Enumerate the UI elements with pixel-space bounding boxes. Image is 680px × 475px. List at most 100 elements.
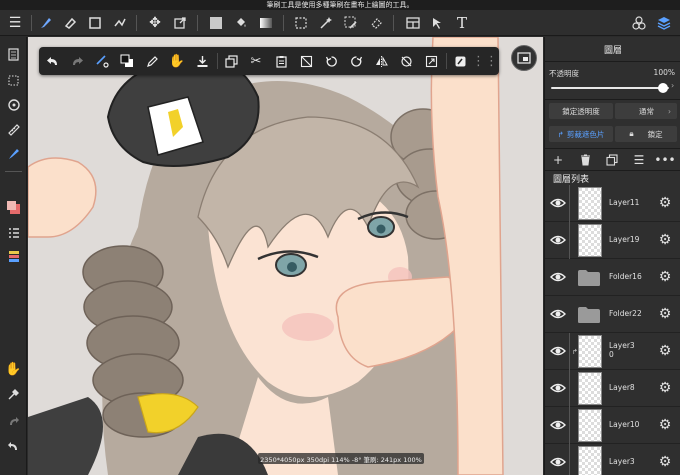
cut-icon[interactable]: ✂ xyxy=(247,52,265,70)
brush-settings-icon[interactable] xyxy=(4,144,23,163)
select-all-icon[interactable] xyxy=(4,71,23,90)
undo-icon[interactable] xyxy=(43,52,61,70)
gradient-icon[interactable] xyxy=(257,14,275,32)
divider xyxy=(283,15,284,31)
gear-icon[interactable]: ⚙ xyxy=(657,380,673,396)
layer-row[interactable]: Layer19 ⚙ xyxy=(545,222,680,259)
select-eraser-icon[interactable] xyxy=(367,14,385,32)
gear-icon[interactable]: ⚙ xyxy=(657,306,673,322)
bucket-icon[interactable] xyxy=(232,14,250,32)
select-layer-icon[interactable] xyxy=(429,14,447,32)
opacity-stepper-icon[interactable]: › xyxy=(671,81,674,90)
opacity-slider[interactable] xyxy=(551,87,669,89)
more-icon[interactable]: ⋮⋮ xyxy=(472,52,498,70)
duplicate-layer-icon[interactable] xyxy=(604,152,620,168)
pen-icon[interactable] xyxy=(143,52,161,70)
visibility-eye-icon[interactable] xyxy=(550,343,566,359)
layer-row[interactable]: Layer10 ⚙ xyxy=(545,407,680,444)
layer-row[interactable]: Layer11 ⚙ xyxy=(545,185,680,222)
layer-row[interactable]: ↱ Layer3 0 ⚙ xyxy=(545,333,680,370)
copy-icon[interactable] xyxy=(222,52,240,70)
eraser-icon[interactable] xyxy=(61,14,79,32)
frame-icon[interactable] xyxy=(404,14,422,32)
gear-icon[interactable]: ⚙ xyxy=(657,195,673,211)
clipping-mask-button[interactable]: ↱ 剪裁遮色片 xyxy=(549,126,613,142)
visibility-eye-icon[interactable] xyxy=(550,232,566,248)
gear-icon[interactable]: ⚙ xyxy=(657,232,673,248)
filter-icon[interactable] xyxy=(451,52,469,70)
layer-row[interactable]: Folder16 ⚙ xyxy=(545,259,680,296)
materials-icon[interactable] xyxy=(630,14,648,32)
snap-icon[interactable] xyxy=(93,52,111,70)
shape-icon[interactable] xyxy=(111,14,129,32)
more-icon[interactable]: ••• xyxy=(654,152,675,168)
magic-wand-icon[interactable] xyxy=(317,14,335,32)
divider xyxy=(545,61,680,62)
menu-icon[interactable]: ☰ xyxy=(6,14,24,32)
select-pen-icon[interactable] xyxy=(342,14,360,32)
blend-mode-select[interactable]: 通常 › xyxy=(615,103,677,119)
opacity-slider-thumb[interactable] xyxy=(658,83,668,93)
rotate-left-icon[interactable] xyxy=(322,52,340,70)
layer-indent-line xyxy=(569,444,570,475)
redo-icon[interactable] xyxy=(68,52,86,70)
visibility-eye-icon[interactable] xyxy=(550,454,566,470)
layers-icon[interactable] xyxy=(655,14,673,32)
hand-icon[interactable]: ✋ xyxy=(4,360,23,379)
layer-name: Folder22 xyxy=(609,309,642,318)
color-swatch-icon[interactable] xyxy=(4,198,23,217)
drawing-canvas[interactable] xyxy=(28,37,543,475)
layer-indent-line xyxy=(569,333,570,370)
import-icon[interactable] xyxy=(193,52,211,70)
gear-icon[interactable]: ⚙ xyxy=(657,343,673,359)
lock-layer-button[interactable]: 🔒︎ 鎖定 xyxy=(615,126,677,142)
add-layer-icon[interactable]: + xyxy=(550,152,566,168)
visibility-eye-icon[interactable] xyxy=(550,195,566,211)
layer-row[interactable]: Layer8 ⚙ xyxy=(545,370,680,407)
gear-icon[interactable]: ⚙ xyxy=(657,454,673,470)
hand-icon[interactable]: ✋ xyxy=(168,52,186,70)
divider xyxy=(446,53,447,69)
top-toolbar: ☰ ✥ T xyxy=(0,10,680,36)
left-toolbar: ✋ xyxy=(0,37,27,475)
visibility-eye-icon[interactable] xyxy=(550,380,566,396)
gear-icon[interactable]: ⚙ xyxy=(657,269,673,285)
layer-row[interactable]: Layer3 ⚙ xyxy=(545,444,680,475)
select-icon[interactable] xyxy=(292,14,310,32)
flip-icon[interactable] xyxy=(372,52,390,70)
color-swap-icon[interactable] xyxy=(118,52,136,70)
clear-icon[interactable] xyxy=(297,52,315,70)
ruler-icon[interactable] xyxy=(4,120,23,139)
rect-icon[interactable] xyxy=(86,14,104,32)
move-icon[interactable]: ✥ xyxy=(146,14,164,32)
transform-icon[interactable] xyxy=(171,14,189,32)
navigator-button[interactable] xyxy=(511,45,537,71)
palette-icon[interactable] xyxy=(4,247,23,266)
lock-alpha-button[interactable]: 鎖定透明度 xyxy=(549,103,613,119)
layer-panel: 圖層 不透明度 100% › 鎖定透明度 通常 › ↱ 剪裁遮色片 🔒︎ 鎖定 … xyxy=(544,37,680,475)
opacity-label: 不透明度 xyxy=(549,69,579,78)
layer-list-icon[interactable] xyxy=(4,223,23,242)
chevron-right-icon: › xyxy=(668,106,671,116)
folder-icon xyxy=(577,269,601,287)
layer-menu-icon[interactable]: ☰ xyxy=(631,152,647,168)
layer-row[interactable]: Folder22 ⚙ xyxy=(545,296,680,333)
fit-icon[interactable] xyxy=(422,52,440,70)
layer-name: Layer3 xyxy=(609,457,635,466)
undo-icon[interactable] xyxy=(4,437,23,456)
eyedropper-icon[interactable] xyxy=(4,385,23,404)
redo-icon[interactable] xyxy=(4,412,23,431)
gear-icon[interactable]: ⚙ xyxy=(657,417,673,433)
visibility-eye-icon[interactable] xyxy=(550,269,566,285)
layers-thumbnail-icon[interactable] xyxy=(4,45,23,64)
paste-icon[interactable] xyxy=(272,52,290,70)
rotate-right-icon[interactable] xyxy=(347,52,365,70)
rotate-canvas-icon[interactable] xyxy=(4,95,23,114)
brush-icon[interactable] xyxy=(37,14,55,32)
reset-rotation-icon[interactable] xyxy=(397,52,415,70)
delete-layer-icon[interactable] xyxy=(577,152,593,168)
text-icon[interactable]: T xyxy=(453,14,471,32)
fill-color-icon[interactable] xyxy=(207,14,225,32)
visibility-eye-icon[interactable] xyxy=(550,306,566,322)
visibility-eye-icon[interactable] xyxy=(550,417,566,433)
